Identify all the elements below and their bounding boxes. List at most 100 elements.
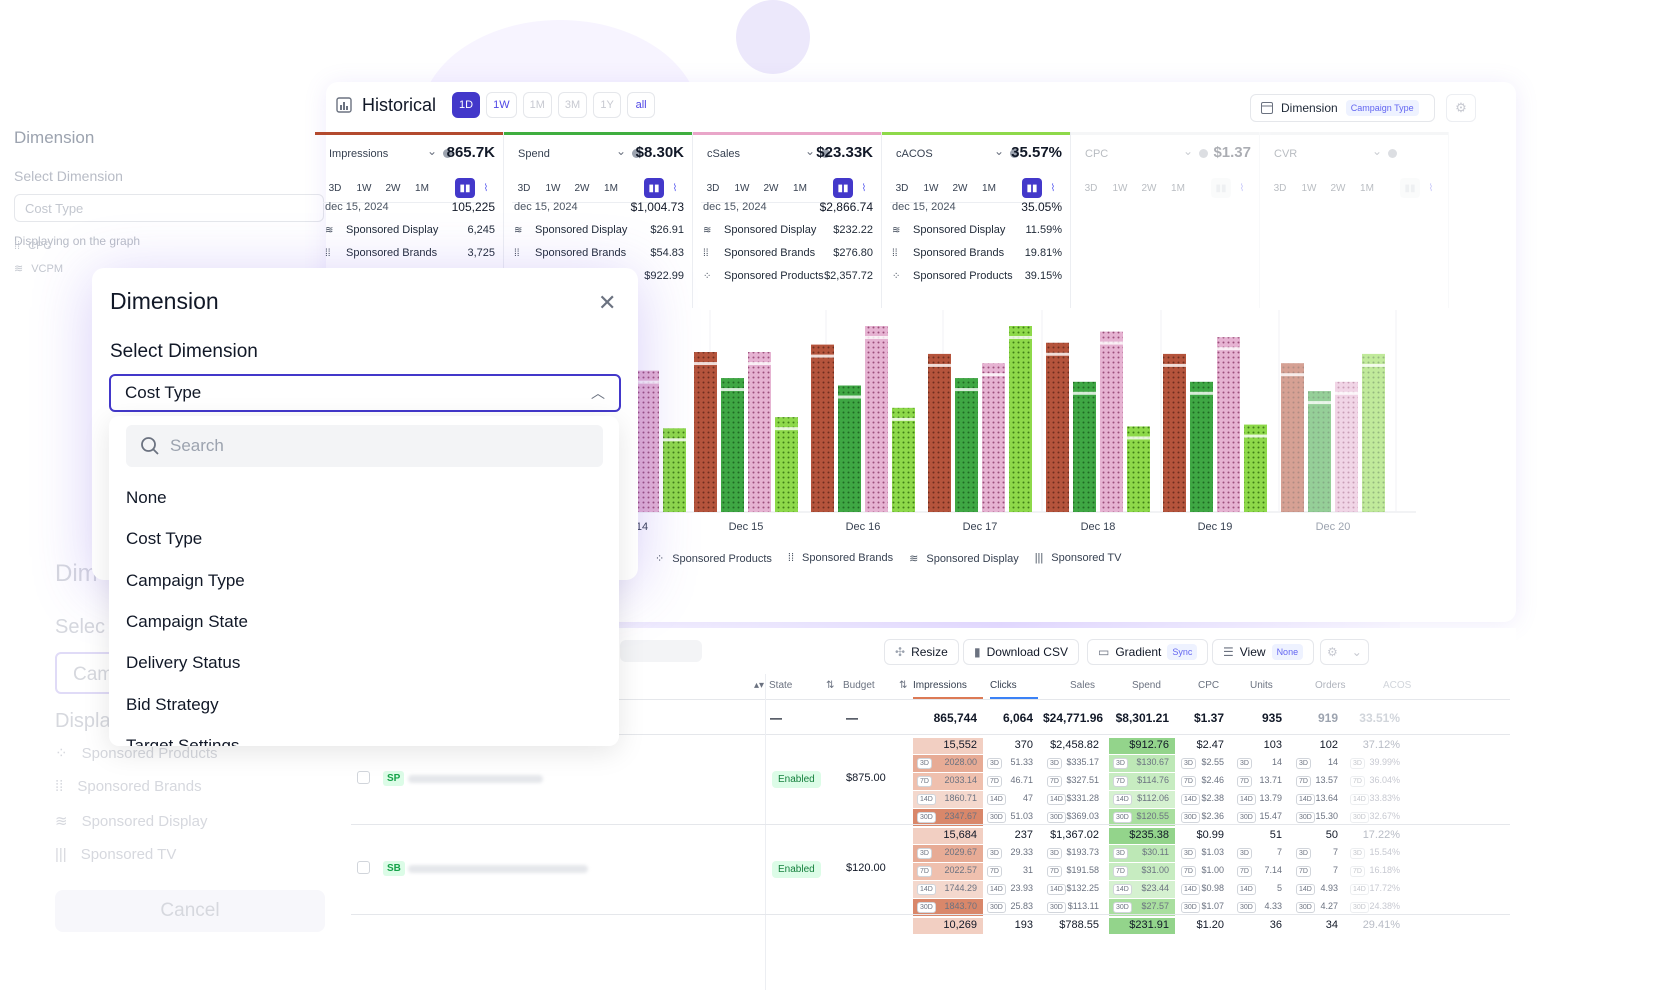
option-campaign-state[interactable]: Campaign State <box>126 612 248 632</box>
th-clicks[interactable]: Clicks <box>990 680 1038 699</box>
bar-csales[interactable] <box>1335 381 1358 512</box>
bar-csales[interactable] <box>636 370 659 512</box>
bar-csales[interactable] <box>865 326 888 512</box>
bar-spend[interactable] <box>838 385 861 512</box>
bar-impressions[interactable] <box>694 352 717 512</box>
settings-icon[interactable]: ⚙ <box>1446 94 1476 122</box>
metric-range-button[interactable]: 1M <box>599 178 623 198</box>
metric-card-cpc[interactable]: CPC ⌄ $1.37 3D 1W 2W 1M ▮▮ ⌇ <box>1071 132 1260 308</box>
bar-impressions[interactable] <box>811 344 834 512</box>
range-all-button[interactable]: all <box>627 92 656 118</box>
bar-chart-icon[interactable]: ▮▮ <box>1211 178 1231 198</box>
metric-range-button[interactable]: 2W <box>1326 178 1350 198</box>
campaign-name-redacted[interactable] <box>408 775 543 783</box>
metric-range-button[interactable]: 1W <box>919 178 943 198</box>
chevron-down-icon[interactable]: ⌄ <box>994 144 1004 158</box>
metric-range-button[interactable]: 1M <box>1166 178 1190 198</box>
th-sales[interactable]: Sales <box>1070 680 1095 691</box>
option-campaign-type[interactable]: Campaign Type <box>126 571 245 591</box>
bar-impressions[interactable] <box>1163 353 1186 512</box>
table-search[interactable] <box>620 640 702 662</box>
row-checkbox[interactable] <box>357 771 370 784</box>
option-cost-type[interactable]: Cost Type <box>126 529 202 549</box>
metric-range-button[interactable]: 1W <box>1297 178 1321 198</box>
bar-impressions[interactable] <box>1281 363 1304 512</box>
range-1y-button[interactable]: 1Y <box>593 92 622 118</box>
dimension-button[interactable]: Dimension Campaign Type <box>1250 94 1435 122</box>
table-settings-button[interactable]: ⚙ ⌄ <box>1320 639 1369 665</box>
metric-range-button[interactable]: 2W <box>948 178 972 198</box>
bar-cacos[interactable] <box>1362 353 1385 512</box>
chevron-down-icon[interactable]: ⌄ <box>1372 144 1382 158</box>
metric-range-button[interactable]: 3D <box>323 178 347 198</box>
bar-cacos[interactable] <box>1009 326 1032 512</box>
campaign-name-redacted[interactable] <box>408 865 588 873</box>
dimension-select[interactable]: Cost Type ︿ <box>109 374 621 412</box>
option-target-settings[interactable]: Target Settings <box>126 736 239 746</box>
range-1w-button[interactable]: 1W <box>486 92 517 118</box>
bar-cacos[interactable] <box>892 407 915 512</box>
bar-chart-icon[interactable]: ▮▮ <box>833 178 853 198</box>
metric-range-button[interactable]: 1W <box>352 178 376 198</box>
left-panel-input[interactable]: Cost Type <box>14 194 324 222</box>
metric-range-button[interactable]: 1W <box>1108 178 1132 198</box>
bar-csales[interactable] <box>982 363 1005 512</box>
back-cancel-button[interactable]: Cancel <box>55 890 325 932</box>
bar-spend[interactable] <box>955 378 978 512</box>
bar-spend[interactable] <box>1308 391 1331 512</box>
line-chart-icon[interactable]: ⌇ <box>665 178 685 198</box>
metric-range-button[interactable]: 1M <box>977 178 1001 198</box>
metric-range-button[interactable]: 3D <box>890 178 914 198</box>
bar-spend[interactable] <box>1073 381 1096 512</box>
line-chart-icon[interactable]: ⌇ <box>476 178 496 198</box>
bar-cacos[interactable] <box>1244 424 1267 512</box>
bar-impressions[interactable] <box>1046 342 1069 512</box>
bar-chart-icon[interactable]: ▮▮ <box>455 178 475 198</box>
bar-chart-icon[interactable]: ▮▮ <box>1400 178 1420 198</box>
line-chart-icon[interactable]: ⌇ <box>1232 178 1252 198</box>
metric-range-button[interactable]: 3D <box>701 178 725 198</box>
th-spend[interactable]: Spend <box>1132 680 1161 691</box>
metric-card-csales[interactable]: cSales ⌄ $23.33K 3D 1W 2W 1M ▮▮ ⌇ dec 15, 2024 $2,… <box>693 132 882 308</box>
bar-csales[interactable] <box>1217 337 1240 512</box>
option-none[interactable]: None <box>126 488 167 508</box>
sort-icon[interactable]: ⇅ <box>826 680 834 691</box>
metric-range-button[interactable]: 2W <box>570 178 594 198</box>
metric-range-button[interactable]: 2W <box>381 178 405 198</box>
th-units[interactable]: Units <box>1250 680 1273 691</box>
bar-spend[interactable] <box>721 378 744 512</box>
line-chart-icon[interactable]: ⌇ <box>1043 178 1063 198</box>
metric-range-button[interactable]: 1M <box>1355 178 1379 198</box>
bar-chart-icon[interactable]: ▮▮ <box>644 178 664 198</box>
search-input[interactable] <box>170 436 570 456</box>
metric-range-button[interactable]: 2W <box>759 178 783 198</box>
metric-range-button[interactable]: 1M <box>410 178 434 198</box>
th-impressions[interactable]: Impressions <box>913 680 983 699</box>
budget-cell[interactable]: $875.00 <box>846 772 886 784</box>
metric-range-button[interactable]: 1W <box>730 178 754 198</box>
metric-range-button[interactable]: 3D <box>512 178 536 198</box>
range-3m-button[interactable]: 3M <box>557 92 588 118</box>
chevron-down-icon[interactable]: ⌄ <box>427 144 437 158</box>
th-cpc[interactable]: CPC <box>1198 680 1219 691</box>
row-checkbox[interactable] <box>357 861 370 874</box>
line-chart-icon[interactable]: ⌇ <box>1421 178 1441 198</box>
option-bid-strategy[interactable]: Bid Strategy <box>126 695 219 715</box>
dropdown-search[interactable] <box>126 425 603 467</box>
sort-icon[interactable]: ⇅ <box>899 680 907 691</box>
metric-range-button[interactable]: 3D <box>1079 178 1103 198</box>
close-icon[interactable]: ✕ <box>598 290 616 316</box>
bar-csales[interactable] <box>748 352 771 512</box>
range-1m-button[interactable]: 1M <box>522 92 552 118</box>
download-csv-button[interactable]: ▮ Download CSV <box>963 639 1079 665</box>
resize-button[interactable]: ✣ Resize <box>884 639 959 665</box>
bar-cacos[interactable] <box>775 417 798 512</box>
chevron-down-icon[interactable]: ⌄ <box>1183 144 1193 158</box>
th-orders[interactable]: Orders <box>1315 680 1346 691</box>
metric-card-cvr[interactable]: CVR ⌄ 3D 1W 2W 1M ▮▮ ⌇ <box>1260 132 1449 308</box>
sort-icon[interactable]: ▴▾ <box>754 680 764 691</box>
line-chart-icon[interactable]: ⌇ <box>854 178 874 198</box>
view-button[interactable]: ☰ View None <box>1212 639 1315 665</box>
metric-range-button[interactable]: 1W <box>541 178 565 198</box>
metric-card-cacos[interactable]: cACOS ⌄ 35.57% 3D 1W 2W 1M ▮▮ ⌇ dec 15, 2024 35.05… <box>882 132 1071 308</box>
